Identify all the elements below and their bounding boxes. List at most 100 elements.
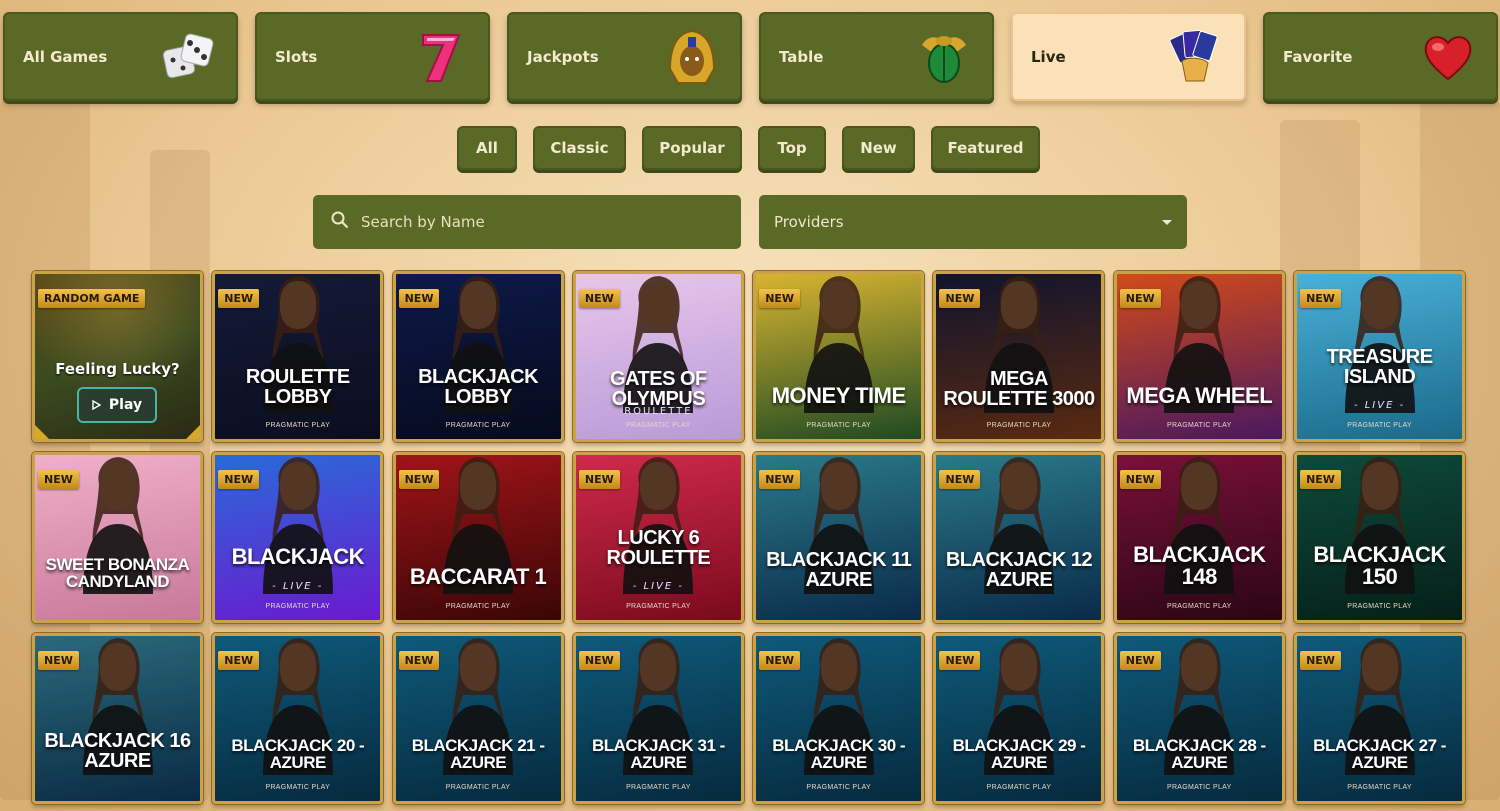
game-tile[interactable]: NEW BLACKJACK 29 - AZURE PRAGMATIC PLAY: [933, 633, 1105, 804]
game-title: GATES OF OLYMPUS: [610, 368, 707, 410]
dealer-image: [1335, 274, 1425, 417]
game-tile[interactable]: NEW BLACKJACK 21 - AZURE PRAGMATIC PLAY: [392, 633, 564, 804]
game-tile[interactable]: NEW BLACKJACK LOBBY PRAGMATIC PLAY: [392, 271, 564, 442]
filter-featured[interactable]: Featured: [931, 126, 1040, 170]
game-tile[interactable]: NEW BLACKJACK 11 AZURE: [753, 452, 925, 623]
game-tile[interactable]: NEW MEGA WHEEL PRAGMATIC PLAY: [1113, 271, 1285, 442]
pharaoh-icon: [664, 29, 720, 85]
filter-top[interactable]: Top: [758, 126, 826, 170]
category-tabs: All Games Slots Jackpots Table Live Favo…: [3, 12, 1498, 101]
game-tile[interactable]: NEW BLACKJACK 148 PRAGMATIC PLAY: [1113, 452, 1285, 623]
new-badge: NEW: [38, 470, 79, 489]
new-badge: NEW: [218, 651, 260, 670]
random-game-tile[interactable]: RANDOM GAME Feeling Lucky? Play: [32, 271, 203, 442]
provider-label: PRAGMATIC PLAY: [1166, 603, 1232, 610]
provider-label: PRAGMATIC PLAY: [1166, 422, 1232, 429]
provider-label: PRAGMATIC PLAY: [1347, 422, 1412, 429]
feeling-lucky-text: Feeling Lucky?: [55, 360, 180, 378]
new-badge: NEW: [398, 470, 440, 489]
new-badge: NEW: [398, 651, 440, 670]
provider-label: PRAGMATIC PLAY: [626, 784, 691, 791]
new-badge: NEW: [218, 470, 260, 489]
provider-label: PRAGMATIC PLAY: [445, 603, 511, 610]
filter-classic[interactable]: Classic: [533, 126, 626, 170]
tab-favorite[interactable]: Favorite: [1263, 12, 1498, 101]
filter-all[interactable]: All: [457, 126, 517, 170]
game-tile[interactable]: NEW LUCKY 6 ROULETTE - LIVE - PRAGMATIC PLA…: [572, 452, 744, 623]
provider-label: PRAGMATIC PLAY: [986, 784, 1052, 791]
game-tile[interactable]: NEW BLACKJACK 20 - AZURE PRAGMATIC PLAY: [212, 633, 384, 804]
game-title: BLACKJACK LOBBY: [418, 366, 539, 408]
dealer-image: [613, 455, 703, 598]
game-title: SWEET BONANZA CANDYLAND: [45, 555, 190, 591]
game-subtitle: ROULETTE: [624, 406, 693, 417]
game-title: MONEY TIME: [771, 383, 906, 408]
game-title: TREASURE ISLAND: [1326, 346, 1434, 388]
new-badge: NEW: [1300, 470, 1341, 489]
game-tile[interactable]: NEW TREASURE ISLAND - LIVE - PRAGMATIC PLAY: [1294, 271, 1466, 442]
new-badge: NEW: [578, 470, 620, 489]
game-tile[interactable]: NEW MEGA ROULETTE 3000 PRAGMATIC PLAY: [933, 271, 1105, 442]
tab-jackpots[interactable]: Jackpots: [507, 12, 742, 101]
game-tile[interactable]: NEW BLACKJACK 27 - AZURE PRAGMATIC PLAY: [1294, 633, 1466, 804]
game-tile[interactable]: NEW BLACKJACK 12 AZURE: [933, 452, 1105, 623]
live-label: - LIVE -: [1353, 400, 1406, 411]
scarab-icon: [916, 29, 972, 85]
dealer-image: [253, 455, 343, 598]
game-title: BLACKJACK: [231, 544, 365, 569]
game-tile[interactable]: NEW BLACKJACK 31 - AZURE PRAGMATIC PLAY: [572, 633, 744, 804]
game-tile[interactable]: NEW BLACKJACK 16 AZURE: [32, 633, 203, 804]
providers-dropdown[interactable]: Providers: [759, 195, 1187, 249]
providers-label: Providers: [774, 213, 844, 231]
game-title: MEGA ROULETTE 3000: [943, 368, 1095, 410]
game-title: BLACKJACK 31 - AZURE: [591, 736, 725, 772]
provider-label: PRAGMATIC PLAY: [1347, 603, 1412, 610]
provider-label: PRAGMATIC PLAY: [806, 422, 871, 429]
new-badge: NEW: [939, 289, 981, 308]
game-tile[interactable]: NEW GATES OF OLYMPUS ROULETTE PRAGMATIC PLA…: [572, 271, 744, 442]
provider-label: PRAGMATIC PLAY: [1347, 784, 1412, 791]
search-input[interactable]: [361, 213, 721, 231]
new-badge: NEW: [1119, 470, 1161, 489]
tab-table[interactable]: Table: [759, 12, 994, 101]
filter-row: All Classic Popular Top New Featured: [457, 126, 1040, 170]
filter-new[interactable]: New: [842, 126, 915, 170]
game-tile[interactable]: NEW BACCARAT 1 PRAGMATIC PLAY: [392, 452, 564, 623]
new-badge: NEW: [578, 289, 620, 308]
play-button[interactable]: Play: [77, 387, 157, 423]
game-tile[interactable]: NEW BLACKJACK 150 PRAGMATIC PLAY: [1294, 452, 1466, 623]
game-tile[interactable]: NEW ROULETTE LOBBY PRAGMATIC PLAY: [212, 271, 384, 442]
game-title: BLACKJACK 28 - AZURE: [1132, 736, 1266, 772]
dice-icon: [160, 29, 216, 85]
game-tile[interactable]: NEW BLACKJACK 28 - AZURE PRAGMATIC PLAY: [1113, 633, 1285, 804]
new-badge: NEW: [1119, 289, 1161, 308]
game-title: BLACKJACK 30 - AZURE: [772, 736, 906, 772]
new-badge: NEW: [939, 651, 981, 670]
game-title: BLACKJACK 29 - AZURE: [952, 736, 1086, 772]
new-badge: NEW: [578, 651, 620, 670]
tab-all-games[interactable]: All Games: [3, 12, 238, 101]
game-tile[interactable]: NEW BLACKJACK - LIVE - PRAGMATIC PLAY: [212, 452, 384, 623]
game-title: MEGA WHEEL: [1126, 383, 1273, 408]
provider-label: PRAGMATIC PLAY: [265, 784, 331, 791]
new-badge: NEW: [939, 470, 981, 489]
new-badge: NEW: [38, 651, 79, 670]
game-tile[interactable]: NEW SWEET BONANZA CANDYLAND: [32, 452, 203, 623]
filter-popular[interactable]: Popular: [642, 126, 742, 170]
new-badge: NEW: [1119, 651, 1161, 670]
tab-slots[interactable]: Slots: [255, 12, 490, 101]
tab-live[interactable]: Live: [1011, 12, 1246, 101]
game-title: BLACKJACK 20 - AZURE: [231, 736, 365, 772]
game-tile[interactable]: NEW BLACKJACK 30 - AZURE PRAGMATIC PLAY: [753, 633, 925, 804]
seven-icon: [412, 29, 468, 85]
tab-label: Favorite: [1283, 47, 1353, 66]
provider-label: PRAGMATIC PLAY: [265, 603, 331, 610]
search-box: [313, 195, 741, 249]
game-tile[interactable]: NEW MONEY TIME PRAGMATIC PLAY: [753, 271, 925, 442]
tab-label: All Games: [23, 47, 108, 66]
live-label: - LIVE -: [272, 581, 324, 592]
new-badge: NEW: [1300, 289, 1341, 308]
random-game-badge: RANDOM GAME: [38, 289, 146, 308]
game-title: BLACKJACK 12 AZURE: [945, 549, 1093, 591]
tab-label: Live: [1031, 47, 1066, 66]
